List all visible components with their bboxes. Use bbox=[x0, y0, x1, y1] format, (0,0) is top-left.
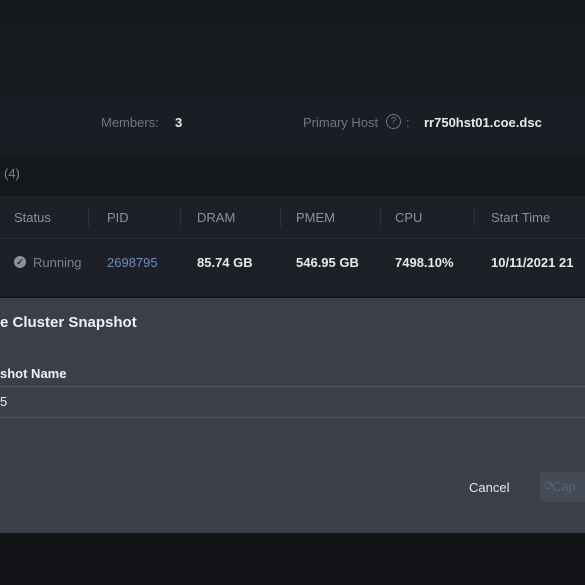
snapshot-name-input[interactable]: 5 bbox=[0, 386, 585, 418]
cluster-summary-bar: Members: 3 Primary Host ? : rr750hst01.c… bbox=[0, 95, 585, 155]
column-divider bbox=[380, 208, 381, 226]
column-header-pmem[interactable]: PMEM bbox=[296, 210, 335, 225]
column-header-cpu[interactable]: CPU bbox=[395, 210, 422, 225]
dram-cell: 85.74 GB bbox=[197, 255, 253, 270]
pmem-cell: 546.95 GB bbox=[296, 255, 359, 270]
start-time-cell: 10/11/2021 21 bbox=[491, 255, 574, 270]
members-label: Members: bbox=[101, 115, 159, 130]
column-divider bbox=[280, 208, 281, 226]
primary-host-label: Primary Host bbox=[303, 115, 379, 130]
status-cell: Running bbox=[33, 255, 82, 270]
page-header-background bbox=[0, 0, 585, 95]
capture-button-label: Cap bbox=[552, 479, 576, 494]
column-header-dram[interactable]: DRAM bbox=[197, 210, 235, 225]
cancel-button[interactable]: Cancel bbox=[469, 480, 509, 495]
process-table: Status PID DRAM PMEM CPU Start Time ✓ Ru… bbox=[0, 196, 585, 296]
page-footer-background bbox=[0, 533, 585, 585]
pid-link[interactable]: 2698795 bbox=[107, 255, 158, 270]
snapshot-name-label: shot Name bbox=[0, 366, 67, 381]
snapshot-name-value: 5 bbox=[0, 394, 8, 409]
primary-host-value: rr750hst01.coe.dsc bbox=[424, 115, 542, 130]
primary-host-separator: : bbox=[406, 115, 410, 130]
cpu-cell: 7498.10% bbox=[395, 255, 454, 270]
members-value: 3 bbox=[175, 115, 183, 130]
column-header-status[interactable]: Status bbox=[14, 210, 51, 225]
capture-snapshot-dialog: e Cluster Snapshot shot Name 5 Cancel ⟳ … bbox=[0, 298, 585, 533]
column-header-pid[interactable]: PID bbox=[107, 210, 129, 225]
help-icon[interactable]: ? bbox=[386, 114, 401, 129]
column-header-start-time[interactable]: Start Time bbox=[491, 210, 550, 225]
processes-count: (4) bbox=[4, 166, 20, 181]
check-circle-icon: ✓ bbox=[14, 256, 26, 268]
table-row[interactable]: ✓ Running 2698795 85.74 GB 546.95 GB 749… bbox=[0, 239, 585, 284]
dialog-title: e Cluster Snapshot bbox=[0, 314, 137, 331]
column-divider bbox=[180, 208, 181, 226]
table-header: Status PID DRAM PMEM CPU Start Time bbox=[0, 196, 585, 239]
column-divider bbox=[88, 208, 89, 226]
column-divider bbox=[474, 208, 475, 226]
capture-button[interactable]: ⟳ Cap bbox=[540, 472, 585, 502]
